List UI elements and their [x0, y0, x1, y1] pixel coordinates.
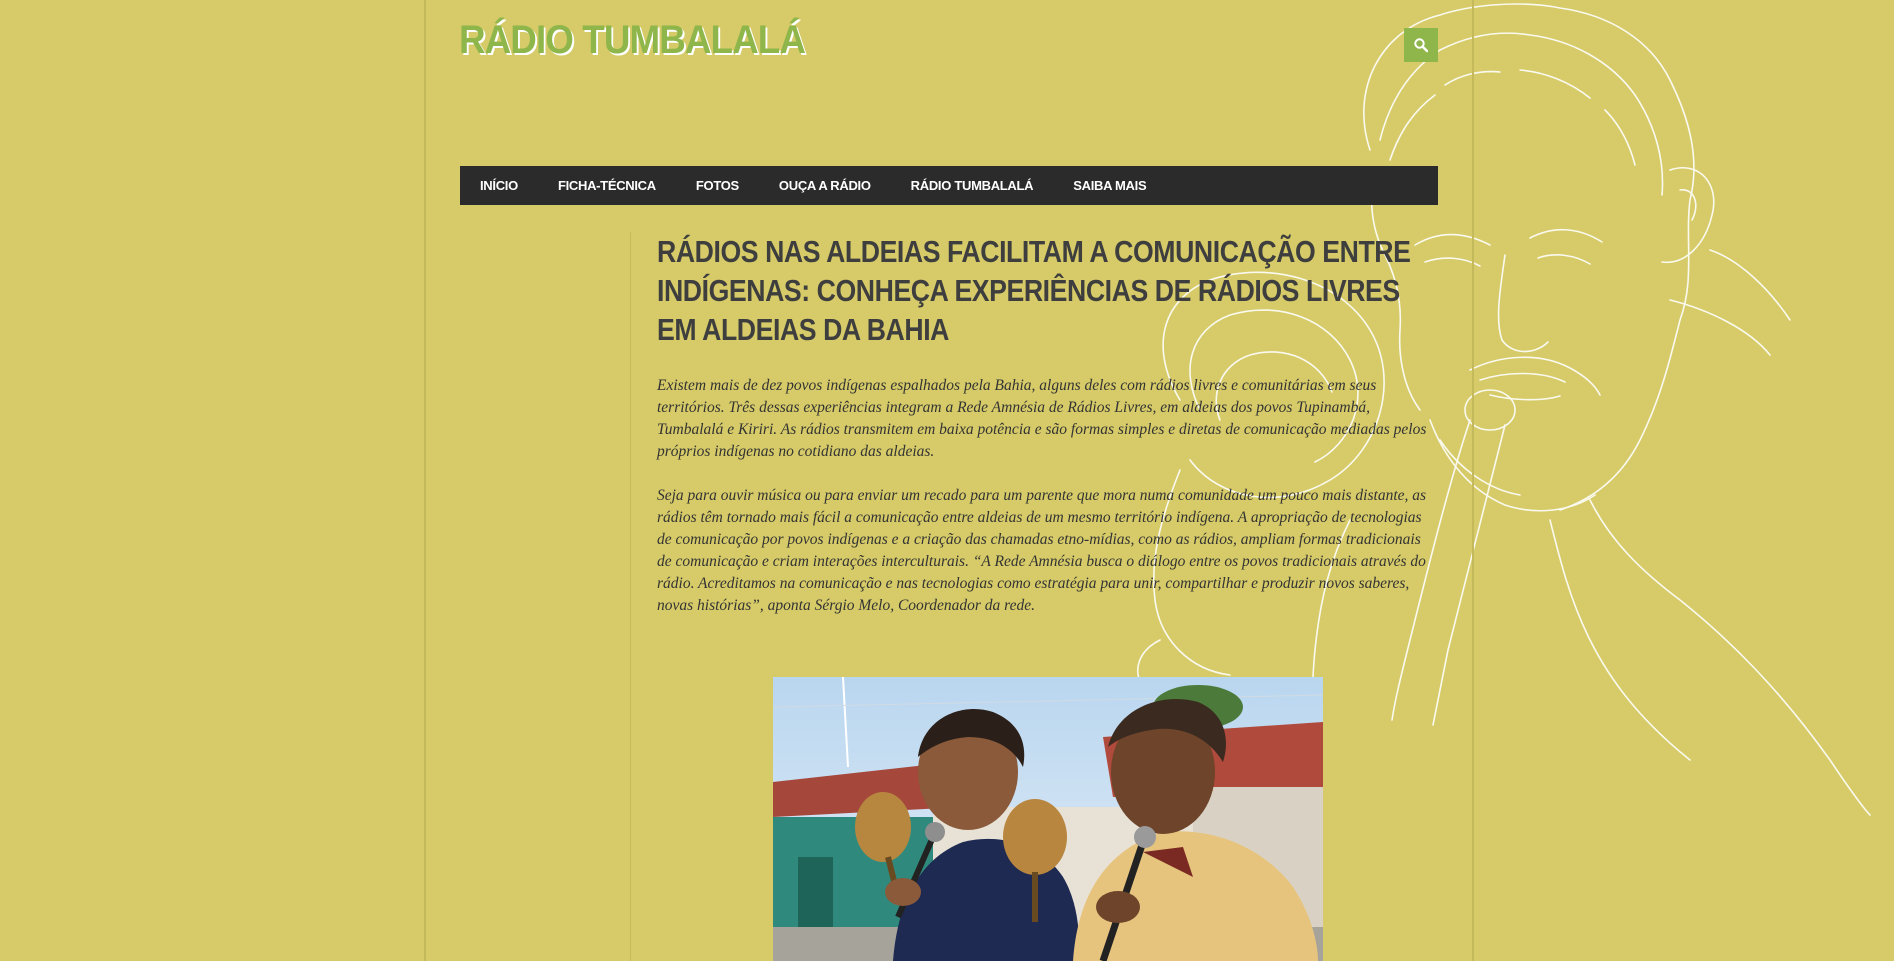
nav-item-ouca-a-radio[interactable]: OUÇA A RÁDIO	[759, 178, 891, 193]
search-icon	[1414, 38, 1429, 53]
article-paragraph: Existem mais de dez povos indígenas espa…	[657, 377, 1427, 460]
nav-item-radio-tumbalala[interactable]: RÁDIO TUMBALALÁ	[891, 178, 1054, 193]
nav-item-saiba-mais[interactable]: SAIBA MAIS	[1053, 178, 1166, 193]
article-paragraph: Seja para ouvir música ou para enviar um…	[657, 487, 1427, 614]
article-photo	[773, 677, 1323, 961]
article-title: RÁDIOS NAS ALDEIAS FACILITAM A COMUNICAÇ…	[657, 234, 1411, 347]
page: RÁDIO TUMBALALÁ INÍCIO FICHA-TÉCNICA FOT…	[0, 0, 1894, 961]
search-button[interactable]	[1404, 28, 1438, 62]
right-column-border	[1472, 0, 1474, 961]
article-body: Existem mais de dez povos indígenas espa…	[657, 375, 1437, 639]
nav-item-fotos[interactable]: FOTOS	[676, 178, 759, 193]
nav-item-ficha-tecnica[interactable]: FICHA-TÉCNICA	[538, 178, 676, 193]
site-title[interactable]: RÁDIO TUMBALALÁ	[459, 18, 806, 63]
main-nav: INÍCIO FICHA-TÉCNICA FOTOS OUÇA A RÁDIO …	[460, 166, 1438, 205]
nav-item-inicio[interactable]: INÍCIO	[460, 178, 538, 193]
left-column-border	[424, 0, 426, 961]
content-divider	[630, 232, 631, 961]
